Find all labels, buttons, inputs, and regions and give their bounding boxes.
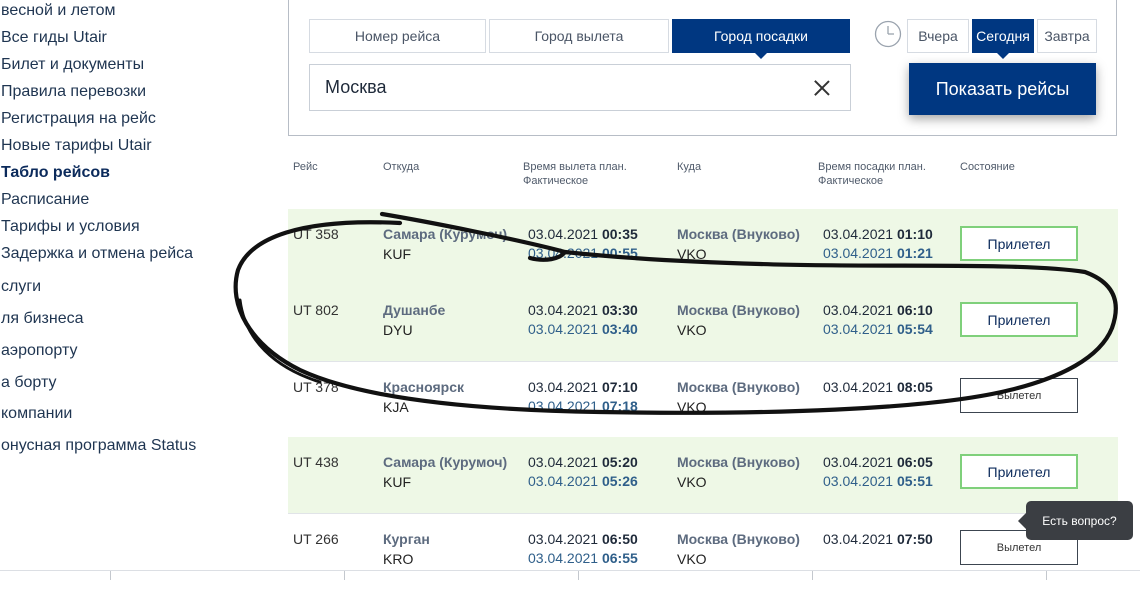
hand-drawn-circle — [233, 211, 1118, 415]
help-tooltip[interactable]: Есть вопрос? — [1018, 501, 1133, 540]
